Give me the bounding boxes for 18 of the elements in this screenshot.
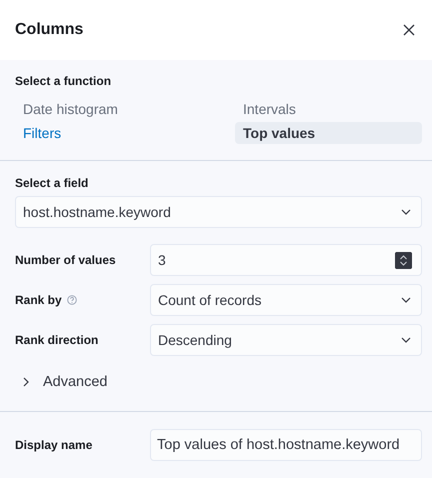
- number-input[interactable]: 3: [150, 244, 422, 276]
- section-label: Select a function: [15, 74, 112, 88]
- advanced-toggle[interactable]: Advanced: [15, 364, 114, 400]
- select-field[interactable]: Count of records: [150, 284, 422, 316]
- function-option[interactable]: Filters: [15, 122, 235, 144]
- close-icon[interactable]: [402, 23, 416, 37]
- setting-label: Rank direction: [15, 333, 98, 347]
- stepper-icon[interactable]: [395, 252, 412, 268]
- function-option[interactable]: Top values: [235, 122, 422, 144]
- display-name-label: Display name: [15, 438, 94, 452]
- setting-label: Number of values: [15, 253, 116, 267]
- flyout-title: Columns: [15, 21, 84, 39]
- setting-label: Rank by: [15, 293, 62, 307]
- field-label: Select a field: [15, 176, 90, 190]
- display-name-input[interactable]: Top values of host.hostname.keyword: [150, 429, 422, 461]
- chevron-right-icon: [21, 377, 31, 387]
- select-field[interactable]: Descending: [150, 324, 422, 356]
- field-select[interactable]: host.hostname.keyword: [15, 196, 422, 228]
